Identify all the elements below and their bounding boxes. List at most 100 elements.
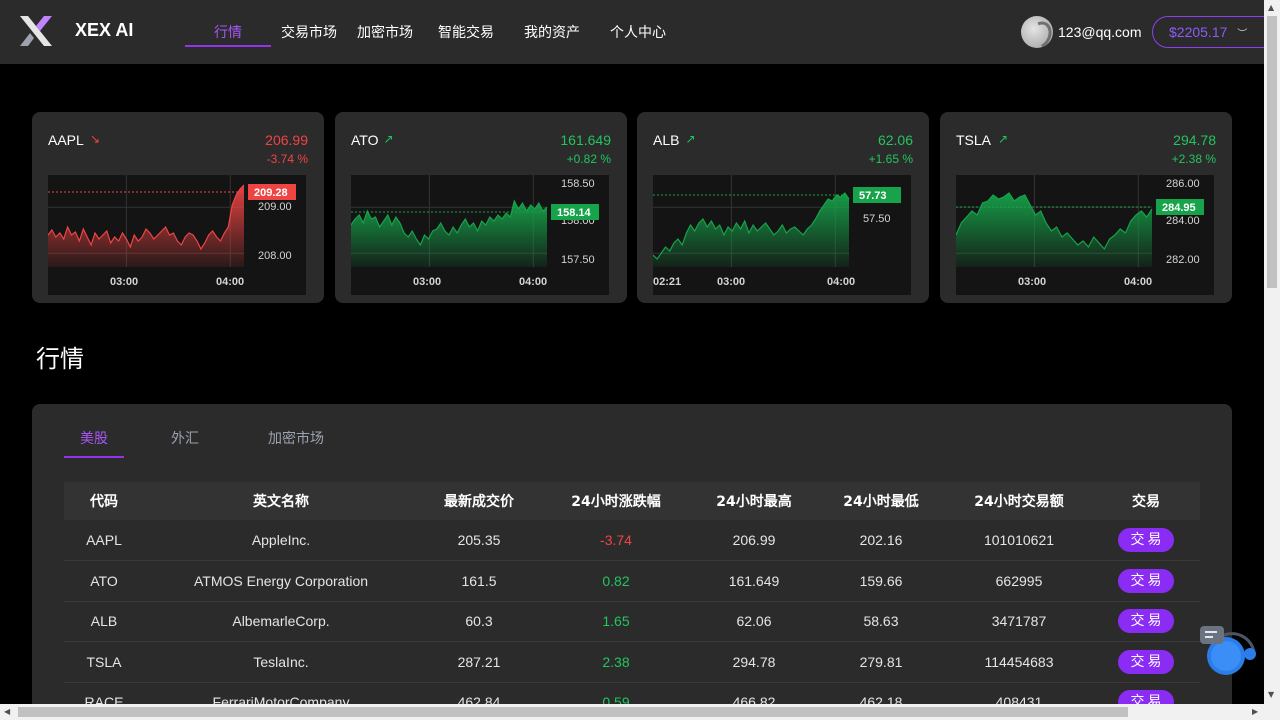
cell-high: 161.649 (692, 560, 816, 602)
table-row[interactable]: AAPL AppleInc. 205.35 -3.74 206.99 202.16 1010… (64, 520, 1200, 561)
horizontal-scrollbar[interactable]: ◀ ▶ (0, 704, 1280, 720)
ticker-symbol: ALB (653, 132, 680, 148)
scroll-down-arrow-icon[interactable]: ▼ (1268, 690, 1274, 699)
column-header[interactable]: 24小时最低 (816, 482, 946, 520)
ticker-symbol: ATO (351, 132, 379, 148)
ticker-card-tsla[interactable]: TSLA ↗ 294.78 +2.38 % 286.00 284.00 282.00 284.… (940, 112, 1232, 303)
ticker-price: 62.06 (877, 132, 913, 148)
nav-item-1[interactable]: 交易市场 (271, 0, 347, 64)
user-info[interactable]: 123@qq.com (1021, 16, 1141, 48)
cell-name: ATMOS Energy Corporation (144, 560, 418, 602)
x-tick-label: 04:00 (216, 276, 244, 288)
x-tick-label: 04:00 (1124, 276, 1152, 288)
ticker-card-aapl[interactable]: AAPL ↘ 206.99 -3.74 % 209.00 208.00 209.28 03:0… (32, 112, 324, 303)
table-row[interactable]: ALB AlbemarleCorp. 60.3 1.65 62.06 58.63 34717… (64, 601, 1200, 642)
column-header[interactable]: 最新成交价 (418, 482, 540, 520)
cell-last: 205.35 (418, 520, 540, 561)
eye-closed-icon[interactable]: ︶ (1237, 25, 1247, 40)
cell-last: 60.3 (418, 601, 540, 642)
cell-high: 206.99 (692, 520, 816, 561)
nav-item-5[interactable]: 个人中心 (595, 0, 681, 64)
main-menu: 行情 交易市场 加密市场 智能交易 我的资产 个人中心 (185, 0, 681, 64)
mini-chart[interactable]: 286.00 284.00 282.00 284.95 03:00 04:00 (956, 175, 1214, 295)
cell-trade: 交易 (1092, 601, 1200, 642)
cell-code: ALB (64, 601, 144, 642)
scroll-up-arrow-icon[interactable]: ▲ (1268, 3, 1274, 12)
price-tag-label: 284.95 (1162, 202, 1196, 214)
mini-chart[interactable]: 57.50 57.73 02:21 03:00 04:00 (653, 175, 911, 295)
horizontal-scroll-thumb[interactable] (18, 707, 1128, 717)
ticker-card-ato[interactable]: ATO ↗ 161.649 +0.82 % 158.50 158.00 157.50 158.… (335, 112, 627, 303)
cell-volume: 114454683 (946, 641, 1092, 683)
mini-chart[interactable]: 209.00 208.00 209.28 03:00 04:00 (48, 175, 306, 295)
cell-last: 287.21 (418, 641, 540, 683)
cell-name: AlbemarleCorp. (144, 601, 418, 642)
chat-support-icon[interactable] (1196, 622, 1260, 678)
y-tick-label: 157.50 (561, 254, 595, 266)
ticker-change: -3.74 % (266, 152, 308, 166)
avatar[interactable] (1021, 16, 1053, 48)
column-header[interactable]: 代码 (64, 482, 144, 520)
xex-logo-icon[interactable] (18, 14, 54, 48)
nav-item-2[interactable]: 加密市场 (347, 0, 423, 64)
cell-change: 0.82 (540, 560, 692, 602)
column-header[interactable]: 24小时交易额 (946, 482, 1092, 520)
trend-up-icon: ↗ (685, 132, 696, 146)
trade-button[interactable]: 交易 (1118, 609, 1174, 634)
trade-button[interactable]: 交易 (1118, 568, 1174, 593)
y-tick-label: 282.00 (1166, 254, 1200, 266)
cell-name: TeslaInc. (144, 641, 418, 683)
column-header[interactable]: 24小时涨跌幅 (540, 482, 692, 520)
cell-change: 2.38 (540, 641, 692, 683)
balance-value: $2205.17 (1169, 24, 1228, 40)
price-tag-label: 209.28 (254, 187, 288, 199)
price-tag-label: 158.14 (557, 207, 592, 219)
column-header[interactable]: 英文名称 (144, 482, 418, 520)
y-tick-label: 286.00 (1166, 178, 1200, 190)
market-table: 代码 英文名称 最新成交价 24小时涨跌幅 24小时最高 24小时最低 24小时交易额 交易 … (64, 482, 1200, 720)
tab-2[interactable]: 加密市场 (246, 424, 346, 458)
ticker-symbol: AAPL (48, 132, 84, 148)
tab-1[interactable]: 外汇 (124, 424, 246, 458)
ticker-price: 161.649 (560, 132, 611, 148)
balance-button[interactable]: $2205.17 ︶ (1152, 16, 1280, 48)
column-header[interactable]: 24小时最高 (692, 482, 816, 520)
x-tick-label: 02:21 (653, 276, 681, 288)
cell-volume: 662995 (946, 560, 1092, 602)
cell-low: 58.63 (816, 601, 946, 642)
price-tag-label: 57.73 (859, 190, 887, 202)
ticker-price: 206.99 (265, 132, 308, 148)
nav-item-4[interactable]: 我的资产 (509, 0, 595, 64)
brand-name[interactable]: XEX AI (75, 20, 133, 41)
x-tick-label: 03:00 (1018, 276, 1046, 288)
cell-volume: 3471787 (946, 601, 1092, 642)
user-email[interactable]: 123@qq.com (1058, 24, 1141, 40)
table-row[interactable]: ATO ATMOS Energy Corporation 161.5 0.82 161.… (64, 560, 1200, 602)
cell-change: -3.74 (540, 520, 692, 561)
scroll-left-arrow-icon[interactable]: ◀ (4, 707, 10, 716)
mini-chart[interactable]: 158.50158.00157.50158.1403:00 04:00 (351, 175, 609, 295)
y-tick-label: 209.00 (258, 201, 292, 213)
cell-high: 294.78 (692, 641, 816, 683)
cell-last: 161.5 (418, 560, 540, 602)
nav-item-3[interactable]: 智能交易 (423, 0, 509, 64)
x-tick-label: 03:00 (110, 276, 138, 288)
y-tick-label: 208.00 (258, 250, 292, 262)
x-tick-label: 04:00 (827, 276, 855, 288)
cell-low: 202.16 (816, 520, 946, 561)
table-row[interactable]: TSLA TeslaInc. 287.21 2.38 294.78 279.81 11445… (64, 641, 1200, 683)
top-nav: XEX AI 行情 交易市场 加密市场 智能交易 我的资产 个人中心 123@qq.com… (0, 0, 1280, 64)
nav-item-0[interactable]: 行情 (185, 0, 271, 64)
vertical-scrollbar[interactable]: ▲ ▼ (1264, 0, 1280, 704)
cell-volume: 101010621 (946, 520, 1092, 561)
ticker-card-alb[interactable]: ALB ↗ 62.06 +1.65 % 57.50 57.73 02:21 03:00 04:0… (637, 112, 929, 303)
column-header[interactable]: 交易 (1092, 482, 1200, 520)
scroll-right-arrow-icon[interactable]: ▶ (1252, 707, 1258, 716)
ticker-price: 294.78 (1173, 132, 1216, 148)
market-tabs: 美股 外汇 加密市场 (64, 424, 346, 458)
vertical-scroll-thumb[interactable] (1267, 16, 1277, 288)
tab-0[interactable]: 美股 (64, 424, 124, 458)
trade-button[interactable]: 交易 (1118, 528, 1174, 552)
cell-name: AppleInc. (144, 520, 418, 561)
trade-button[interactable]: 交易 (1118, 649, 1174, 674)
